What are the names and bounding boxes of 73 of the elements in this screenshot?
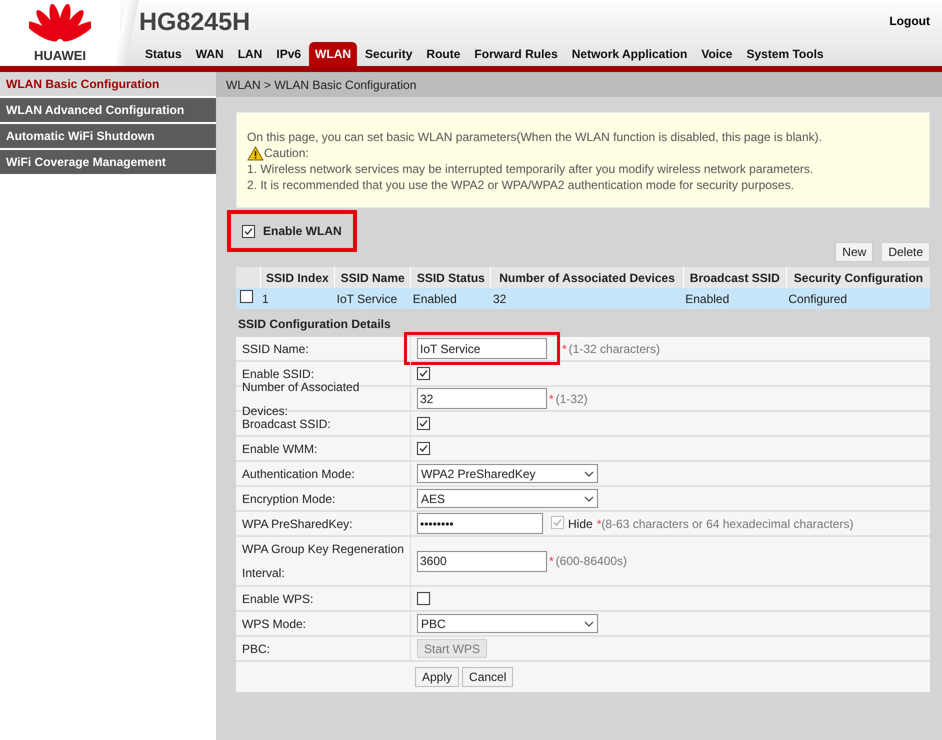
text-field[interactable]: 3600: [417, 550, 547, 572]
checkbox[interactable]: [417, 417, 430, 430]
sidebar-item[interactable]: WLAN Basic Configuration: [0, 72, 216, 96]
form-button[interactable]: Cancel: [462, 667, 514, 687]
nav-tab[interactable]: Security: [359, 42, 418, 66]
password-field[interactable]: ••••••••: [417, 513, 543, 534]
field-label: Encryption Mode:: [242, 490, 336, 508]
logo-icon: [29, 2, 91, 42]
sidebar-item[interactable]: WLAN Advanced Configuration: [0, 98, 216, 122]
caret-icon: [584, 496, 594, 502]
dropdown[interactable]: WPA2 PreSharedKey: [417, 464, 598, 483]
field-label: SSID Name:: [242, 340, 309, 358]
caret-icon: [584, 470, 594, 476]
required-mark: *: [549, 390, 554, 408]
sidebar-item[interactable]: Automatic WiFi Shutdown: [0, 124, 216, 148]
table-action-button[interactable]: Delete: [881, 242, 930, 262]
nav-tab[interactable]: WAN: [190, 42, 230, 66]
caret-icon: [584, 620, 594, 626]
checkbox[interactable]: [551, 516, 564, 528]
nav-tab[interactable]: Forward Rules: [468, 42, 564, 66]
hint-text: (8-63 characters or 64 hexadecimal characters): [601, 516, 854, 532]
field-label: WPA PreSharedKey:: [242, 516, 352, 532]
logout-link[interactable]: Logout: [889, 12, 930, 30]
nav-tab[interactable]: Network Application: [566, 42, 694, 66]
required-mark: *: [562, 340, 567, 358]
checkbox[interactable]: [242, 224, 255, 238]
section-title: SSID Configuration Details: [237, 316, 392, 333]
nav-tab[interactable]: LAN: [232, 42, 268, 66]
dropdown[interactable]: PBC: [417, 614, 598, 633]
checkbox[interactable]: [417, 442, 430, 455]
form-button[interactable]: Apply: [415, 667, 460, 687]
nav-tab[interactable]: IPv6: [270, 42, 308, 66]
dropdown[interactable]: AES: [417, 489, 598, 508]
nav-tab[interactable]: System Tools: [740, 42, 830, 66]
caution-label: Caution:: [264, 145, 309, 161]
checkbox[interactable]: [240, 290, 253, 302]
required-mark: *: [549, 553, 554, 570]
field-label: PBC:: [242, 640, 270, 658]
field-label: Enable WPS:: [242, 590, 314, 608]
enable-wlan-label: Enable WLAN: [263, 223, 342, 240]
notice-text: On this page, you can set basic WLAN parameters(When the WLAN function is disabled, this page is blank).: [247, 129, 823, 145]
field-label: WPS Mode:: [242, 616, 306, 632]
sidebar-item[interactable]: WiFi Coverage Management: [0, 150, 216, 174]
notice-text: 2. It is recommended that you use the WPA2 or WPA/WPA2 authentication mode for security purposes.: [247, 177, 795, 193]
brand-name: HUAWEI: [34, 47, 86, 65]
table-cell: Enabled: [683, 288, 786, 309]
checkbox[interactable]: [417, 367, 430, 380]
text-field[interactable]: IoT Service: [417, 338, 547, 359]
nav-tab[interactable]: Route: [420, 42, 466, 66]
notice-text: 1. Wireless network services may be interrupted temporarily after you modify wireless network parameters.: [247, 161, 814, 177]
model-title: HG8245H: [139, 7, 250, 38]
nav-tab[interactable]: Voice: [695, 42, 738, 66]
nav-tab[interactable]: Status: [139, 42, 188, 66]
field-label: Authentication Mode:: [242, 466, 355, 482]
warning-icon: [247, 146, 264, 160]
required-mark: *: [596, 516, 602, 532]
nav-tab[interactable]: WLAN: [309, 42, 358, 66]
table-cell: IoT Service: [334, 288, 411, 309]
text-field[interactable]: 32: [417, 388, 547, 409]
table-cell: Enabled: [410, 288, 491, 309]
field-label: WPA Group Key Regeneration Interval:: [242, 541, 404, 582]
hide-label: Hide: [568, 516, 593, 532]
checkbox[interactable]: [417, 592, 430, 605]
breadcrumb: WLAN > WLAN Basic Configuration: [216, 72, 942, 97]
hint-text: (1-32 characters): [568, 340, 660, 358]
hint-text: (600-86400s): [556, 553, 628, 570]
table-cell: 1: [260, 288, 335, 309]
field-label: Enable WMM:: [242, 440, 318, 458]
table-cell: Configured: [786, 288, 930, 309]
hint-text: (1-32): [556, 390, 588, 408]
table-row[interactable]: 1 IoT Service Enabled 32 Enabled Configured: [236, 288, 930, 309]
table-cell: 32: [490, 288, 684, 309]
table-action-button[interactable]: New: [835, 242, 874, 262]
